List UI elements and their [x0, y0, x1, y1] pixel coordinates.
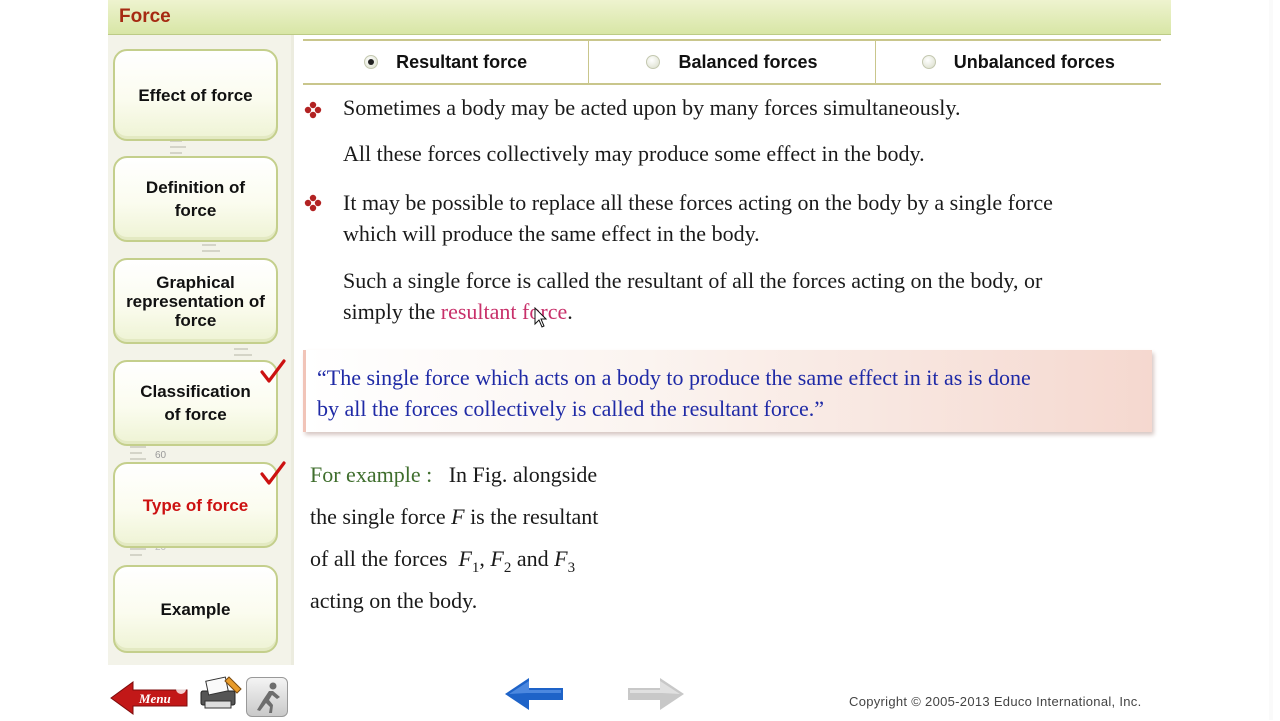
sidebar-item-label: Definition of force — [145, 178, 246, 220]
paragraph-4-suffix: . — [567, 299, 573, 324]
definition-quote-box: “The single force which acts on a body t… — [303, 350, 1152, 432]
print-icon[interactable] — [193, 673, 245, 713]
paragraph-3-line-1: It may be possible to replace all these … — [343, 190, 1053, 215]
paragraph-3-line-2: which will produce the same effect in th… — [343, 221, 760, 246]
paragraph-4-line-2: simply the resultant force. — [343, 296, 1163, 327]
force-symbol-f1: F — [458, 546, 472, 571]
definition-quote: “The single force which acts on a body t… — [317, 362, 1147, 424]
tab-resultant-force[interactable]: Resultant force — [303, 41, 590, 83]
example-label: For example : — [310, 462, 433, 487]
quote-line-2: by all the forces collectively is called… — [317, 396, 824, 421]
paragraph-1: Sometimes a body may be acted upon by ma… — [343, 95, 961, 120]
hint-button[interactable] — [246, 677, 288, 717]
sidebar: 60 20 Effect of force Definition of forc… — [108, 35, 291, 665]
paragraph-4: Such a single force is called the result… — [343, 265, 1163, 327]
paragraph-4-line-1: Such a single force is called the result… — [343, 268, 1043, 293]
diamond-bullet-icon — [304, 101, 322, 119]
sidebar-item-example[interactable]: Example — [113, 565, 278, 653]
tab-balanced-forces[interactable]: Balanced forces — [589, 41, 876, 83]
forward-arrow-button[interactable] — [626, 676, 686, 712]
tab-bar: Resultant force Balanced forces Unbalanc… — [303, 39, 1161, 85]
sidebar-item-graphical-representation[interactable]: Graphical representation of force — [113, 258, 278, 344]
running-figure-icon — [257, 682, 280, 713]
sidebar-item-definition-of-force[interactable]: Definition of force — [113, 156, 278, 242]
sidebar-item-classification-of-force[interactable]: Classification of force — [113, 360, 278, 446]
paragraph-4-prefix: simply the — [343, 299, 436, 324]
menu-button[interactable]: Menu — [109, 677, 191, 719]
force-symbol-f3: F — [554, 546, 568, 571]
subscript-3: 3 — [567, 560, 576, 576]
sidebar-divider — [291, 35, 294, 665]
sidebar-item-label: Classification of force — [140, 382, 251, 424]
example-line-2: the single force F is the resultant — [310, 504, 598, 530]
radio-icon — [921, 55, 936, 69]
example-and: and — [516, 546, 549, 571]
tab-unbalanced-forces[interactable]: Unbalanced forces — [876, 41, 1161, 83]
quote-line-1: “The single force which acts on a body t… — [317, 365, 1031, 390]
checkmark-icon — [260, 359, 286, 383]
menu-label: Menu — [138, 691, 171, 706]
example-line-2-pre: the single force — [310, 504, 446, 529]
radio-selected-icon — [364, 55, 379, 69]
diamond-bullet-icon — [304, 194, 322, 212]
paragraph-3: It may be possible to replace all these … — [343, 187, 1163, 249]
example-line-3-pre: of all the forces — [310, 546, 448, 571]
subscript-2: 2 — [503, 560, 512, 576]
tab-label: Balanced forces — [678, 51, 818, 72]
tab-label: Unbalanced forces — [953, 51, 1115, 72]
sidebar-item-effect-of-force[interactable]: Effect of force — [113, 49, 278, 141]
checkmark-icon — [260, 461, 286, 485]
sidebar-item-label: Effect of force — [138, 85, 253, 105]
sidebar-item-label: Graphical representation of force — [126, 272, 265, 330]
example-line-3: of all the forces F1, F2 and F3 — [310, 546, 576, 576]
right-margin — [1171, 0, 1280, 720]
example-line-2-post: is the resultant — [470, 504, 599, 529]
force-symbol-f: F — [451, 504, 465, 529]
subscript-1: 1 — [471, 560, 480, 576]
force-symbol-f2: F — [490, 546, 504, 571]
app-title: Force — [119, 6, 171, 27]
example-line-1-rest: In Fig. alongside — [448, 462, 598, 487]
mouse-cursor-icon — [534, 307, 547, 328]
example-line-4: acting on the body. — [310, 588, 478, 613]
resultant-force-link[interactable]: resultant force — [441, 299, 567, 324]
back-arrow-button[interactable] — [503, 676, 565, 712]
sidebar-item-label: Example — [160, 599, 231, 619]
radio-icon — [646, 55, 661, 69]
sidebar-item-type-of-force[interactable]: Type of force — [113, 462, 278, 548]
paragraph-2: All these forces collectively may produc… — [343, 141, 925, 166]
ruler-mark-60: 60 — [155, 450, 167, 461]
tab-label: Resultant force — [396, 51, 528, 72]
sidebar-item-label: Type of force — [142, 495, 249, 515]
example-line-1: For example : In Fig. alongside — [310, 462, 597, 488]
copyright-text: Copyright © 2005-2013 Educo Internationa… — [849, 694, 1142, 709]
title-bar: Force — [108, 0, 1171, 35]
